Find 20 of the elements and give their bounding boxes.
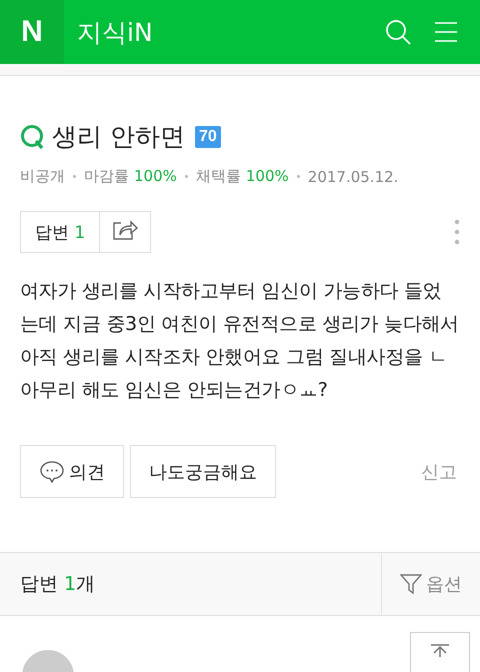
- scroll-top-icon: [429, 643, 451, 657]
- header-title: 지식iN: [77, 16, 154, 48]
- action-button[interactable]: 나도궁금해요: [130, 445, 276, 498]
- question-title: 생리 안하면: [52, 121, 185, 153]
- question-icon: [20, 124, 46, 150]
- question-body: 여자가 생리를 시작하고부터 임신이 가능하다 들었는데 지금 중3인 여친이 유전적으로 생리가 늦다해서 아직 생리를 시작조차 안했어요 그럼 질내사정을 ㄴ아무리 해도 임신은 안되는건가ㅇㅛ?: [20, 279, 460, 403]
- filter-icon: [400, 573, 422, 595]
- point-badge: 70: [194, 126, 221, 148]
- meta-text: 2017.05.12.: [308, 168, 398, 186]
- meta-text: 채택률 100%: [196, 167, 289, 186]
- action-button[interactable]: 의견: [20, 445, 124, 498]
- meta-text: 마감률 100%: [84, 167, 177, 186]
- meta-text: 비공개: [20, 167, 65, 186]
- share-icon: [112, 218, 138, 240]
- search-icon[interactable]: [384, 18, 412, 46]
- scroll-top-button[interactable]: [410, 632, 470, 672]
- more-icon[interactable]: [454, 219, 460, 245]
- speech-bubble-icon: [39, 460, 65, 484]
- menu-icon[interactable]: [434, 21, 458, 43]
- answer-count: 답변 1개: [19, 572, 96, 597]
